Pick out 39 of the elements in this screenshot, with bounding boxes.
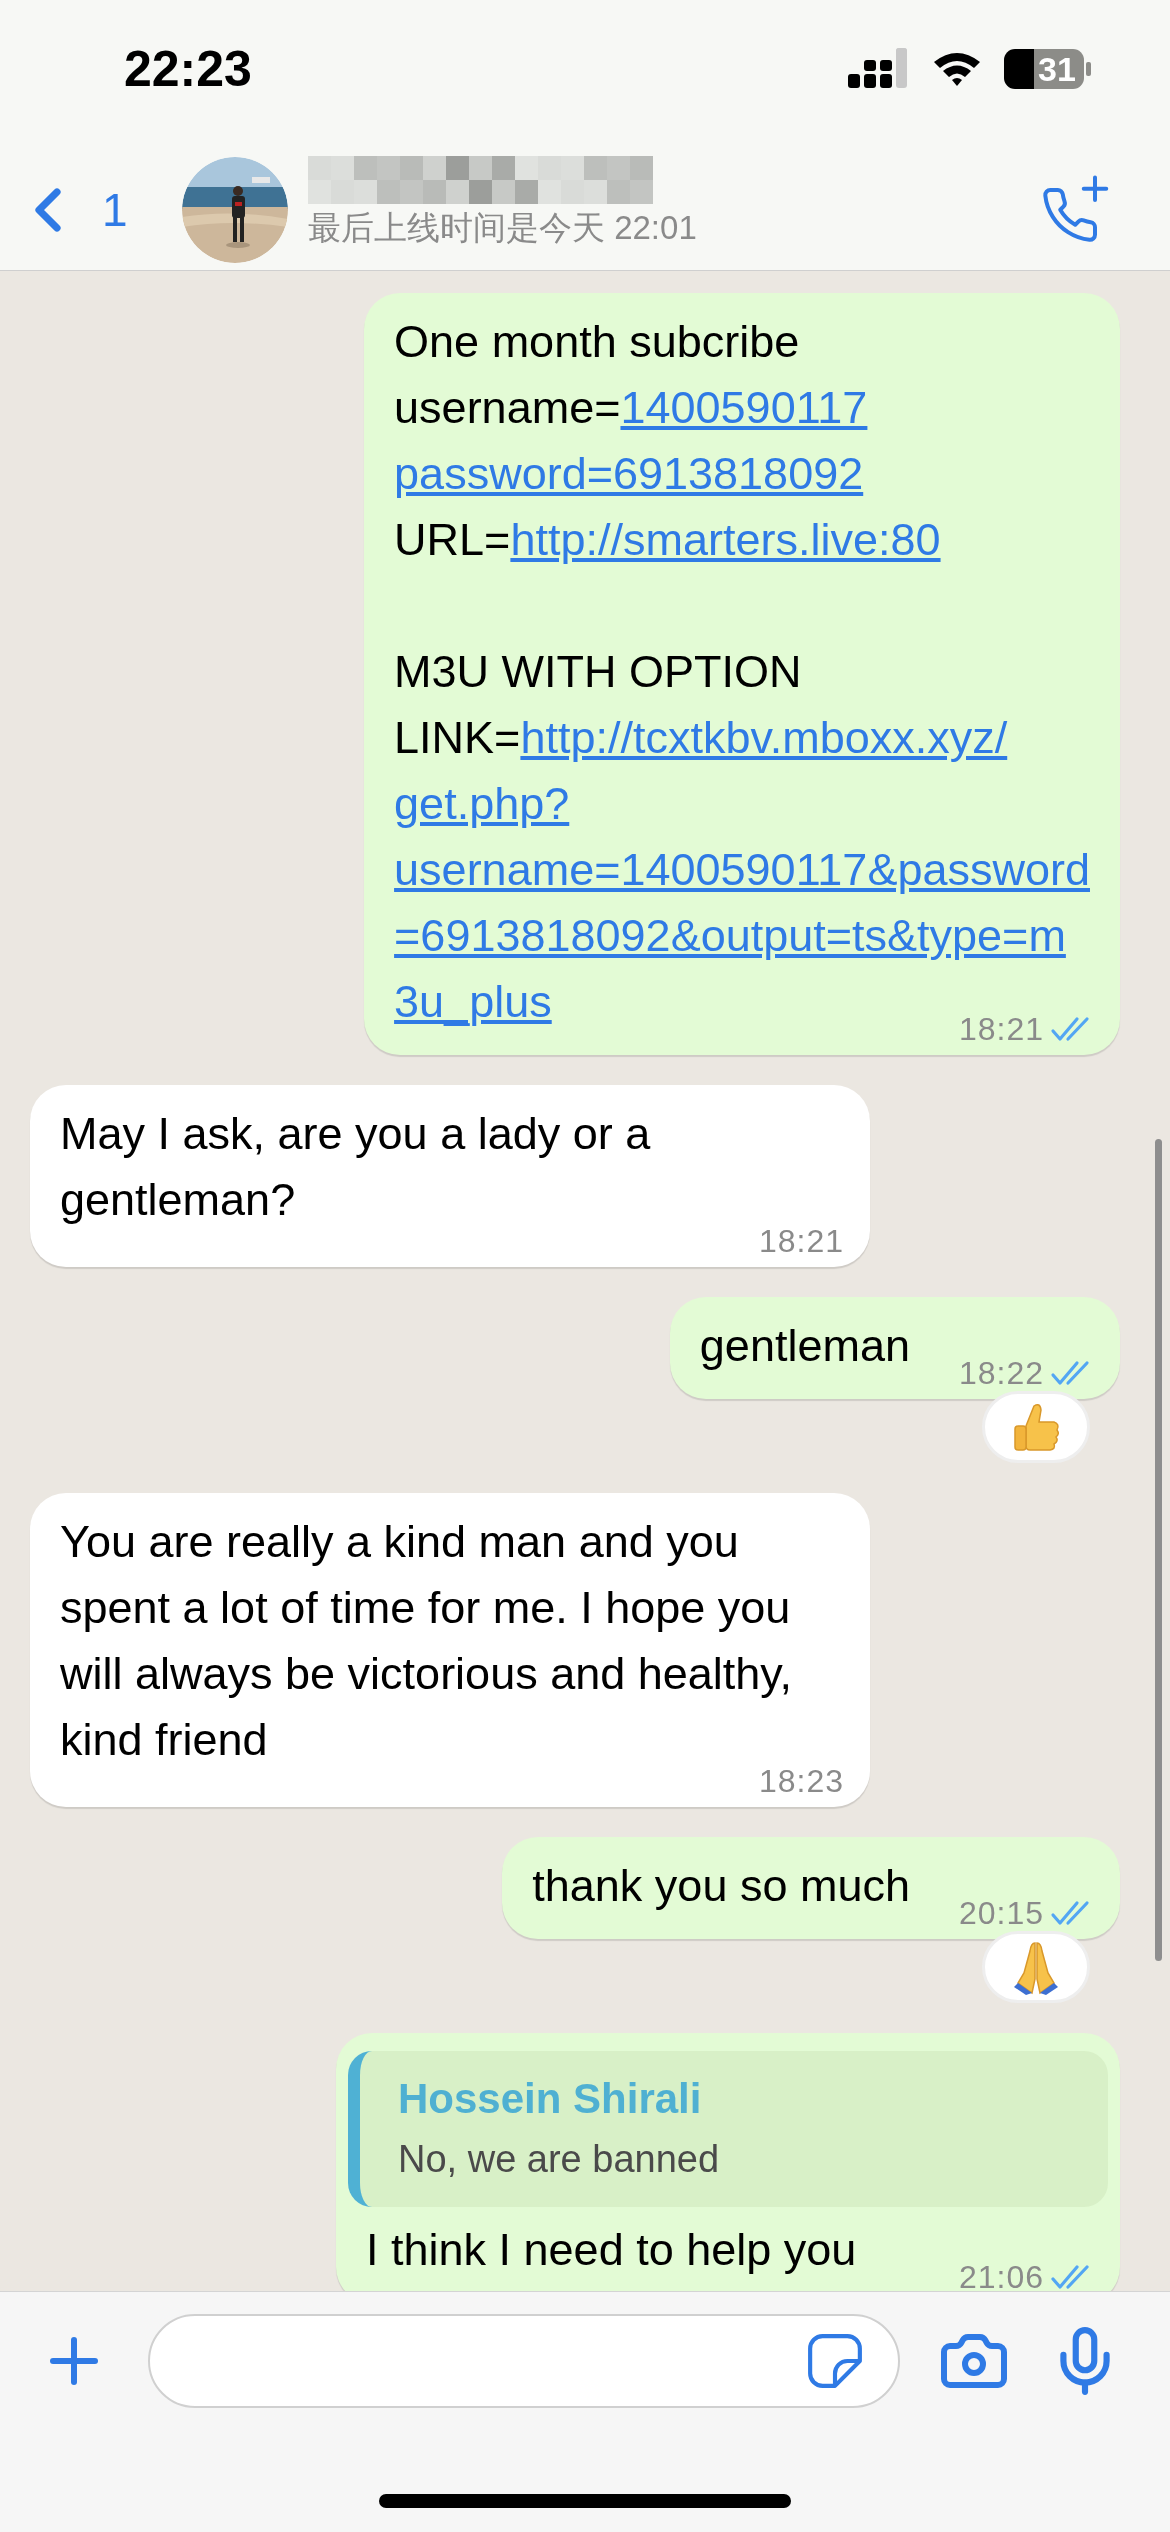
message-link[interactable]: http://smarters.live:80 (510, 514, 941, 565)
message-text: May I ask, are you a lady or a gentleman? (60, 1108, 651, 1225)
message-link[interactable]: =6913818092&output=ts&type=m (394, 910, 1066, 961)
battery-icon (1004, 49, 1092, 89)
reaction-badge[interactable] (982, 1391, 1090, 1463)
message-time: 21:06 (958, 2261, 1044, 2291)
message-time: 20:15 (958, 1897, 1044, 1929)
message-link[interactable]: password=6913818092 (394, 448, 864, 499)
message-line: M3U WITH OPTION (394, 646, 802, 697)
message-line: LINK= (394, 712, 521, 763)
battery-percentage: 31 (1038, 52, 1076, 86)
wifi-icon (932, 50, 982, 88)
message-link[interactable]: get.php? (394, 778, 570, 829)
sticker-icon[interactable] (806, 2332, 864, 2390)
message-text: thank you so much (532, 1860, 910, 1911)
message-link[interactable]: 3u_plus (394, 976, 552, 1027)
quoted-message[interactable]: Hossein Shirali No, we are banned (348, 2051, 1108, 2207)
phone-plus-icon[interactable] (1040, 175, 1110, 245)
message-text: You are really a kind man and you spent a lot of time for me. I hope you will always be victorious and healthy, kind friend (60, 1516, 793, 1765)
message-time: 18:22 (958, 1357, 1044, 1389)
message-link[interactable]: username=1400590117&password (394, 844, 1090, 895)
quoted-text: No, we are banned (398, 2137, 721, 2182)
back-button[interactable]: 1 (22, 174, 182, 246)
message-text: I think I need to help you (366, 2224, 857, 2275)
signal-icon (848, 48, 910, 90)
status-time: 22:23 (124, 39, 252, 99)
message-line: One month subcribe (394, 316, 800, 367)
message-time: 18:21 (758, 1225, 844, 1257)
message-time: 18:23 (758, 1765, 844, 1797)
message-link[interactable]: http://tcxtkbv.mboxx.xyz/ (520, 712, 1008, 763)
message-link[interactable]: 1400590117 (620, 382, 868, 433)
message-time: 18:21 (958, 1013, 1044, 1045)
message-line: URL= (394, 514, 511, 565)
message-text: gentleman (699, 1320, 910, 1371)
last-seen-status: 最后上线时间是今天 22:01 (308, 208, 698, 248)
scrollbar[interactable] (1155, 1139, 1162, 1961)
quoted-author: Hossein Shirali (398, 2074, 703, 2124)
reaction-badge[interactable] (982, 1931, 1090, 2003)
message-line: username= (394, 382, 621, 433)
